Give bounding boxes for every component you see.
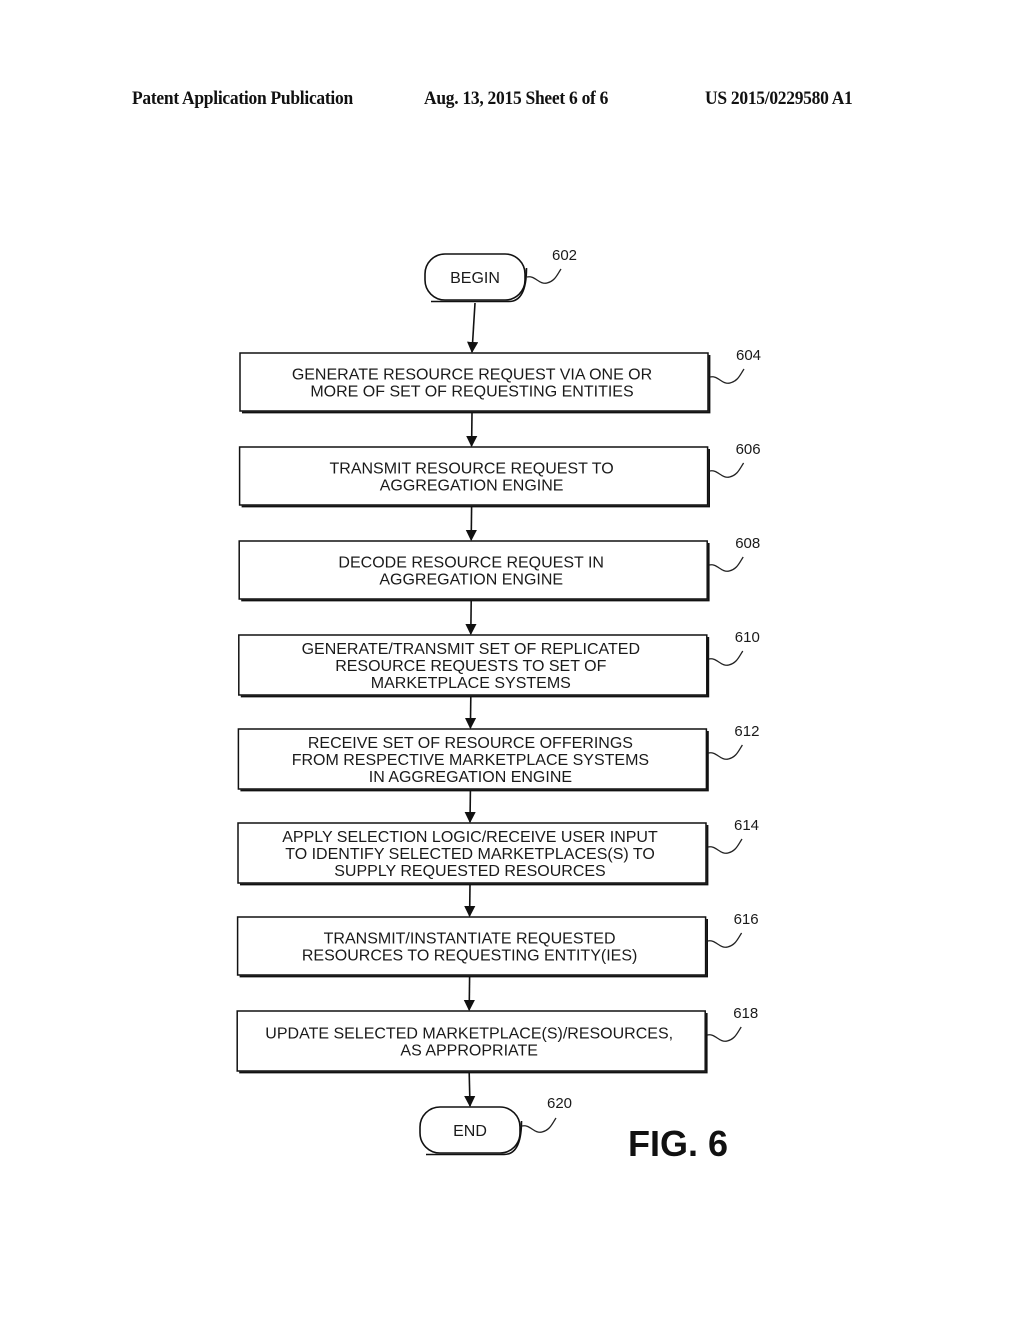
process-box-text: TRANSMIT RESOURCE REQUEST TO [329, 461, 613, 478]
process-box-text: AGGREGATION ENGINE [380, 478, 564, 495]
leader-line-608 [709, 556, 744, 572]
ref-number-614: 614 [734, 817, 759, 834]
ref-number-610: 610 [735, 629, 760, 646]
process-box-text: RECEIVE SET OF RESOURCE OFFERINGS [308, 735, 633, 752]
begin-label: BEGIN [450, 270, 500, 287]
ref-number-612: 612 [734, 723, 759, 740]
process-box-text: MARKETPLACE SYSTEMS [371, 675, 571, 692]
begin-ref-number: 602 [552, 247, 577, 264]
ref-number-616: 616 [734, 911, 759, 928]
process-box-text: TRANSMIT/INSTANTIATE REQUESTED [324, 931, 616, 948]
ref-number-606: 606 [736, 441, 761, 458]
process-box-text: RESOURCES TO REQUESTING ENTITY(IES) [302, 948, 637, 965]
process-box-text: MORE OF SET OF REQUESTING ENTITIES [310, 384, 633, 401]
leader-line-614 [707, 838, 743, 854]
end-leader-line [521, 1117, 557, 1133]
leader-line-612 [708, 744, 743, 760]
process-box-text: UPDATE SELECTED MARKETPLACE(S)/RESOURCES… [265, 1026, 673, 1043]
process-box-text: DECODE RESOURCE REQUEST IN [338, 555, 604, 572]
leader-line-606 [709, 462, 745, 478]
leader-line-618 [707, 1026, 742, 1042]
process-box-text: IN AGGREGATION ENGINE [369, 769, 572, 786]
figure-label: FIG. 6 [628, 1123, 728, 1164]
leader-line-604 [709, 368, 745, 384]
process-box-text: GENERATE/TRANSMIT SET OF REPLICATED [302, 641, 640, 658]
ref-number-618: 618 [733, 1005, 758, 1022]
flow-arrow [467, 302, 479, 354]
process-box-text: APPLY SELECTION LOGIC/RECEIVE USER INPUT [282, 829, 658, 846]
end-label: END [453, 1123, 487, 1140]
process-box-text: TO IDENTIFY SELECTED MARKETPLACES(S) TO [285, 846, 655, 863]
flow-arrow [464, 1072, 476, 1108]
process-box-text: FROM RESPECTIVE MARKETPLACE SYSTEMS [292, 752, 649, 769]
process-box-text: AS APPROPRIATE [400, 1043, 538, 1060]
begin-leader-line [526, 268, 562, 284]
flowchart: BEGIN 602 GENERATE RESOURCE REQUEST VIA ON… [236, 247, 761, 1164]
process-box-text: GENERATE RESOURCE REQUEST VIA ONE OR [292, 367, 652, 384]
process-box-text: RESOURCE REQUESTS TO SET OF [335, 658, 606, 675]
leader-line-610 [708, 650, 744, 666]
ref-number-604: 604 [736, 347, 761, 364]
end-ref-number: 620 [547, 1095, 572, 1112]
leader-line-616 [707, 932, 743, 948]
ref-number-608: 608 [735, 535, 760, 552]
process-box-text: AGGREGATION ENGINE [379, 572, 563, 589]
process-box-text: SUPPLY REQUESTED RESOURCES [334, 863, 605, 880]
